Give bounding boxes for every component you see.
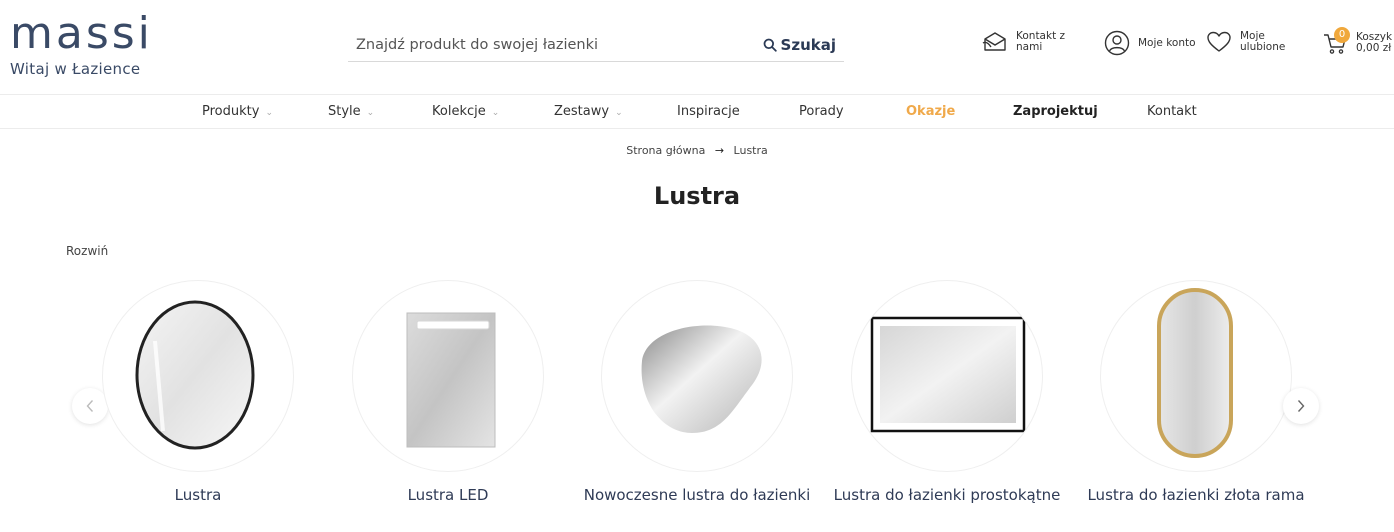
cart-link[interactable]: 0 Koszyk 0,00 zł	[1322, 27, 1394, 56]
carousel-next-button[interactable]	[1283, 388, 1319, 424]
category-label: Lustra LED	[407, 486, 489, 504]
contact-icon	[982, 32, 1006, 51]
category-image	[352, 280, 544, 472]
arrow-right-icon: →	[714, 144, 725, 157]
breadcrumb: Strona główna → Lustra	[0, 144, 1394, 157]
category-image	[1100, 280, 1292, 472]
nav-item-produkty[interactable]: Produkty ⌄	[202, 95, 273, 128]
category-card[interactable]: Lustra LED	[328, 280, 568, 504]
user-icon	[1104, 30, 1130, 56]
logo-wordmark: massi	[10, 8, 153, 59]
page-title: Lustra	[653, 182, 741, 210]
nav-label: Kontakt	[1147, 104, 1197, 119]
chevron-right-icon	[1297, 400, 1305, 412]
category-image	[102, 280, 294, 472]
search-input[interactable]	[348, 36, 763, 53]
category-card[interactable]: Lustra do łazienki prostokątne	[827, 280, 1067, 504]
cart-count-badge: 0	[1334, 27, 1350, 43]
nav-item-zaprojektuj[interactable]: Zaprojektuj	[1013, 95, 1098, 128]
nav-item-kolekcje[interactable]: Kolekcje ⌄	[432, 95, 499, 128]
main-nav: Produkty ⌄ Style ⌄ Kolekcje ⌄ Zestawy ⌄ Insp…	[0, 94, 1394, 129]
nav-item-porady[interactable]: Porady	[799, 95, 844, 128]
nav-item-kontakt[interactable]: Kontakt	[1147, 95, 1197, 128]
chevron-down-icon: ⌄	[366, 108, 375, 118]
nav-item-zestawy[interactable]: Zestawy ⌄	[554, 95, 623, 128]
category-image	[851, 280, 1043, 472]
organic-mirror-image	[641, 325, 762, 433]
favorites-label: Moje ulubione	[1240, 30, 1286, 53]
search-bar: Szukaj	[348, 28, 844, 62]
heart-icon	[1207, 31, 1231, 52]
logo-tagline: Witaj w Łazience	[10, 60, 141, 78]
contact-link[interactable]: Kontakt z nami	[982, 30, 1074, 54]
category-card[interactable]: Lustra	[78, 280, 318, 504]
cart-value: 0,00 zł	[1356, 42, 1392, 54]
nav-label: Porady	[799, 104, 844, 119]
category-card[interactable]: Nowoczesne lustra do łazienki	[577, 280, 817, 504]
chevron-down-icon: ⌄	[615, 108, 623, 118]
nav-label: Okazje	[906, 104, 956, 119]
nav-item-style[interactable]: Style ⌄	[328, 95, 374, 128]
account-label: Moje konto	[1138, 36, 1196, 49]
gold-frame-mirror-image	[1157, 288, 1233, 458]
nav-item-inspiracje[interactable]: Inspiracje	[677, 95, 740, 128]
category-label: Nowoczesne lustra do łazienki	[583, 486, 811, 504]
contact-label: Kontakt z nami	[1016, 30, 1066, 53]
nav-label: Zestawy	[554, 104, 610, 119]
search-icon	[763, 38, 777, 52]
expand-link[interactable]: Rozwiń	[66, 244, 108, 258]
nav-label: Kolekcje	[432, 104, 486, 119]
breadcrumb-current: Lustra	[733, 144, 768, 157]
account-link[interactable]: Moje konto	[1104, 30, 1196, 56]
breadcrumb-home[interactable]: Strona główna	[626, 144, 705, 157]
category-card[interactable]: Lustra do łazienki złota rama	[1076, 280, 1316, 504]
nav-label: Zaprojektuj	[1013, 104, 1098, 119]
nav-label: Inspiracje	[677, 104, 740, 119]
category-label: Lustra do łazienki złota rama	[1087, 486, 1305, 504]
search-button[interactable]: Szukaj	[763, 36, 844, 54]
search-button-label: Szukaj	[780, 35, 836, 54]
category-label: Lustra do łazienki prostokątne	[833, 486, 1061, 504]
led-mirror-image	[406, 312, 496, 448]
nav-label: Style	[328, 104, 361, 119]
nav-item-okazje[interactable]: Okazje	[906, 95, 955, 128]
logo[interactable]: massi Witaj w Łazience	[10, 8, 210, 79]
chevron-down-icon: ⌄	[265, 108, 273, 118]
favorites-link[interactable]: Moje ulubione	[1206, 30, 1298, 54]
nav-label: Produkty	[202, 104, 260, 119]
chevron-down-icon: ⌄	[491, 108, 500, 118]
rectangular-mirror-image	[870, 316, 1026, 433]
category-label: Lustra	[174, 486, 222, 504]
category-image	[601, 280, 793, 472]
round-mirror-image	[135, 300, 255, 450]
